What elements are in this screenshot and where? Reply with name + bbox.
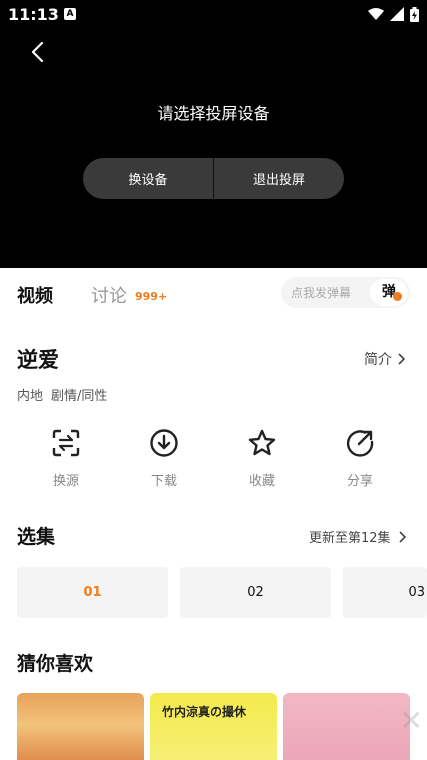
- update-status: 更新至第12集: [309, 531, 391, 546]
- cast-prompt: 请选择投屏设备: [157, 104, 270, 123]
- switch-source-icon: [52, 429, 80, 457]
- notification-a-icon: A: [64, 8, 76, 20]
- tab-discuss[interactable]: 讨论: [91, 282, 127, 308]
- download-button[interactable]: 下载: [134, 428, 194, 489]
- exit-cast-button[interactable]: 退出投屏: [214, 158, 344, 199]
- danmaku-bar[interactable]: 点我发弹幕 弹: [281, 277, 410, 308]
- share-icon: [346, 430, 374, 457]
- battery-icon: [410, 6, 419, 22]
- poster-title: 竹内涼真の撮休: [162, 705, 247, 719]
- share-button[interactable]: 分享: [330, 428, 390, 489]
- status-bar: 11:13 A: [0, 0, 427, 30]
- favorite-label: 收藏: [248, 474, 275, 489]
- danmaku-input[interactable]: 点我发弹幕: [291, 284, 351, 301]
- star-icon: [248, 429, 276, 456]
- wifi-icon: [368, 8, 384, 20]
- show-meta: 内地 剧情/同性: [17, 385, 107, 404]
- favorite-button[interactable]: 收藏: [232, 428, 292, 489]
- discuss-count-badge: 999+: [135, 290, 168, 303]
- intro-label: 简介: [364, 352, 392, 368]
- switch-source-button[interactable]: 换源: [36, 428, 96, 489]
- switch-device-button[interactable]: 换设备: [83, 158, 213, 199]
- recommend-title: 猜你喜欢: [17, 653, 94, 675]
- episode-item[interactable]: 01: [17, 567, 168, 618]
- chevron-right-icon: [398, 353, 406, 365]
- region-tag: 内地: [17, 389, 44, 404]
- genre-tag: 剧情/同性: [51, 389, 108, 404]
- signal-icon: [390, 7, 404, 21]
- show-title: 逆爱: [17, 348, 59, 372]
- tab-bar: 视频 讨论 999+ 点我发弹幕 弹: [0, 268, 427, 318]
- tab-video[interactable]: 视频: [17, 282, 53, 308]
- action-row: 换源 下载 收藏 分享: [0, 428, 427, 492]
- watermark-logo: ✕: [399, 704, 423, 737]
- recommend-poster[interactable]: [283, 693, 410, 760]
- recommend-poster[interactable]: 竹内涼真の撮休: [150, 693, 277, 760]
- danmaku-toggle-button[interactable]: 弹: [370, 279, 408, 306]
- intro-link[interactable]: 简介: [364, 349, 406, 369]
- screen: 11:13 A 请选择投屏设备 换设备 退出投屏 视频 讨论 999+ 点我发弹…: [0, 0, 427, 760]
- episodes-title: 选集: [17, 526, 56, 548]
- download-icon: [150, 429, 178, 457]
- chevron-right-icon: [398, 530, 406, 543]
- danmaku-on-indicator: [393, 292, 402, 301]
- recommend-poster[interactable]: [17, 693, 144, 760]
- episode-item[interactable]: 02: [180, 567, 331, 618]
- share-label: 分享: [346, 474, 373, 489]
- episodes-more-link[interactable]: 更新至第12集: [309, 527, 407, 546]
- switch-source-label: 换源: [52, 474, 79, 489]
- cast-button-group: 换设备 退出投屏: [83, 158, 344, 199]
- system-icons: [368, 6, 419, 22]
- back-icon[interactable]: [24, 38, 52, 66]
- download-label: 下载: [150, 474, 177, 489]
- episode-item[interactable]: 03: [343, 567, 427, 618]
- status-time: 11:13: [8, 5, 59, 24]
- cast-panel: 11:13 A 请选择投屏设备 换设备 退出投屏: [0, 0, 427, 268]
